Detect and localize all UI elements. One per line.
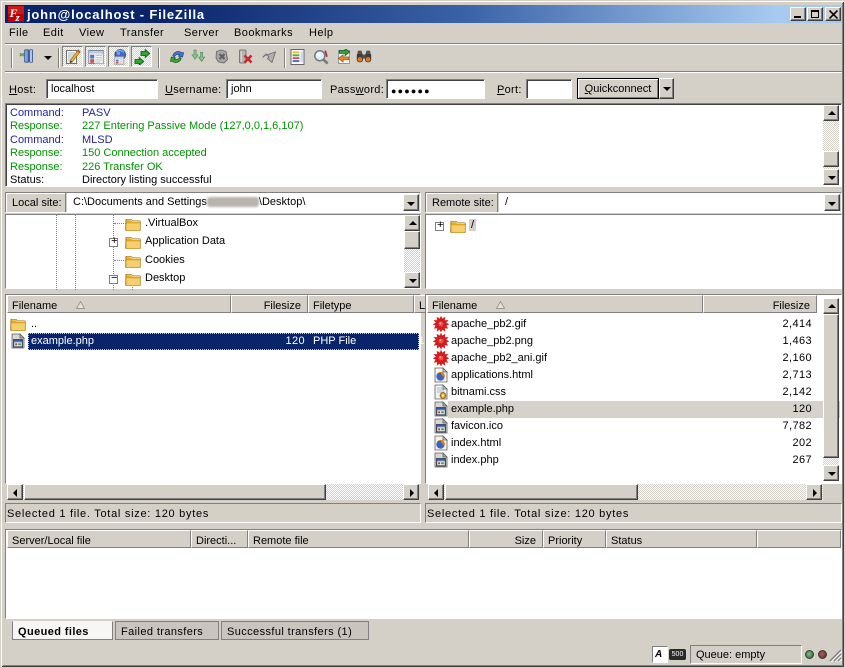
svg-text:z: z bbox=[15, 12, 21, 22]
